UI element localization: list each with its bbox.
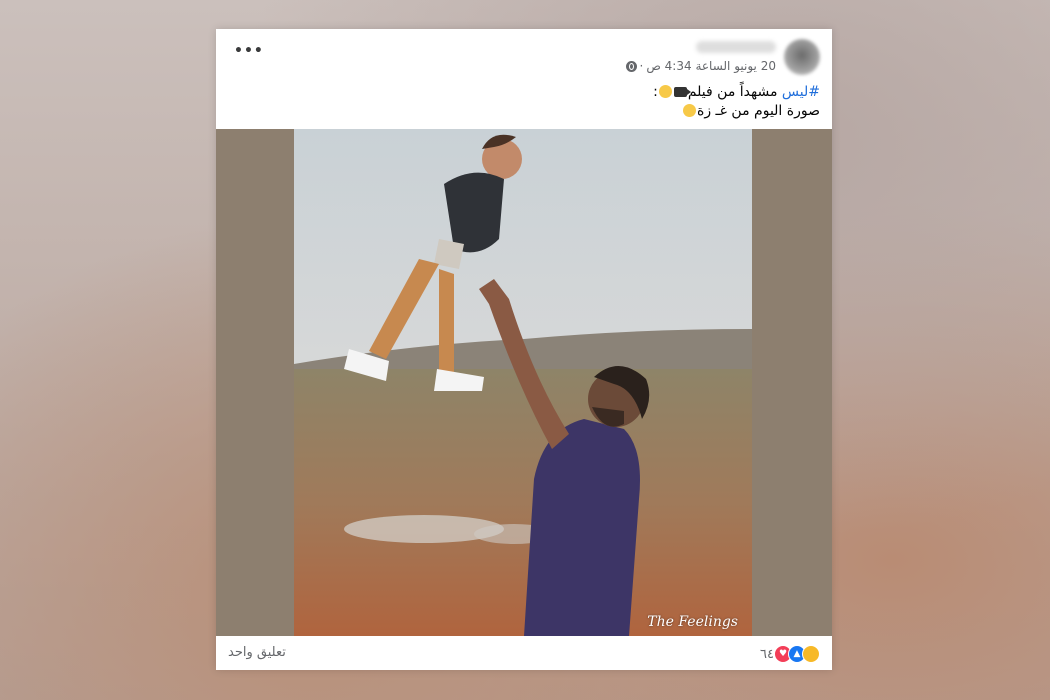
post-meta: 20 يونيو الساعة 4:34 ص · [625,59,776,73]
meta-separator: · [639,59,644,73]
post-caption: #ليس مشهداً من فيلم: صورة اليوم من غـ زة [653,83,820,121]
sad-face-icon [658,85,672,98]
caption-line-2-text: صورة اليوم من غـ زة [697,103,820,119]
facebook-post: ••• 20 يونيو الساعة 4:34 ص · #ليس مشهداً… [216,29,832,670]
post-media[interactable]: The Feelings [216,129,832,636]
page-background: ••• 20 يونيو الساعة 4:34 ص · #ليس مشهداً… [0,0,1050,700]
author-name-blurred[interactable] [696,41,776,53]
photo-illustration [294,129,752,636]
caption-colon: : [653,84,658,100]
crying-face-icon [683,104,697,117]
avatar[interactable] [784,39,820,75]
caption-line-1: #ليس مشهداً من فيلم: [653,83,820,102]
reaction-icons: ♥ ▲ [774,645,820,663]
sad-icon [802,645,820,663]
globe-icon[interactable] [625,60,637,72]
reactions-summary[interactable]: ♥ ▲ ٦٤ [760,645,820,663]
movie-camera-icon [673,87,691,97]
caption-line-1-text: مشهداً من فيلم [687,84,782,100]
post-header: ••• 20 يونيو الساعة 4:34 ص · #ليس مشهداً… [216,29,832,129]
more-options-icon[interactable]: ••• [234,43,264,59]
reaction-count: ٦٤ [760,646,774,662]
post-footer: ♥ ▲ ٦٤ تعليق واحد [216,636,832,670]
caption-line-2: صورة اليوم من غـ زة [653,102,820,121]
post-timestamp[interactable]: 20 يونيو الساعة 4:34 ص [646,59,776,73]
post-photo[interactable]: The Feelings [294,129,752,636]
photo-watermark: The Feelings [647,614,738,630]
hashtag-link[interactable]: #ليس [782,84,820,100]
comments-count[interactable]: تعليق واحد [228,645,286,660]
